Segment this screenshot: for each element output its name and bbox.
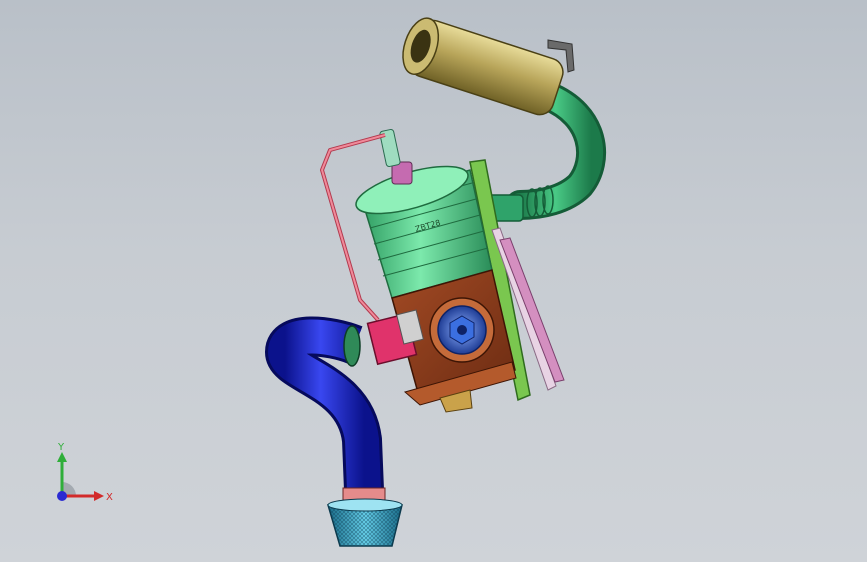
coordinate-triad: Y X [57,442,113,503]
muffler [402,17,564,116]
y-axis-label: Y [57,442,65,453]
flywheel-hub [429,297,495,363]
cad-viewport[interactable]: ZBT28 Y X [0,0,867,562]
engine-assembly-model[interactable]: ZBT28 [0,0,867,562]
intake-duct [264,316,384,491]
air-filter [326,487,403,547]
x-axis-label: X [106,492,113,503]
